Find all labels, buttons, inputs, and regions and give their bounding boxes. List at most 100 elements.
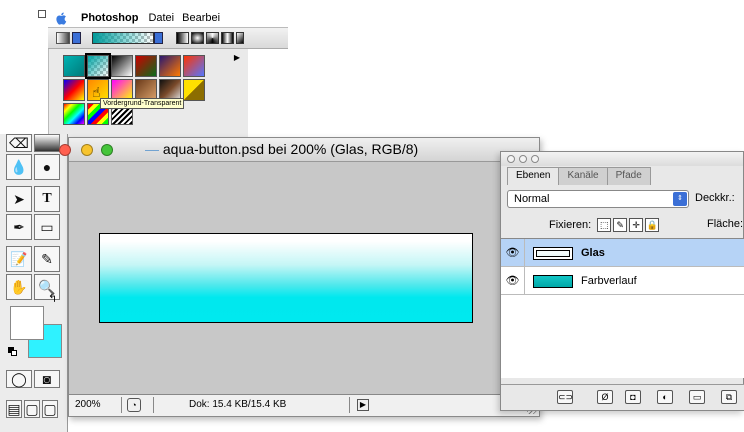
palette-close-button[interactable]	[507, 155, 515, 163]
blur-tool-button[interactable]: 💧	[6, 154, 32, 180]
gradient-preset[interactable]	[111, 55, 133, 77]
path-selection-tool-button[interactable]: ➤	[6, 186, 32, 212]
lock-transparency-icon[interactable]: ⬚	[597, 218, 612, 232]
close-window-button[interactable]	[59, 144, 71, 156]
picker-menu-arrow-icon[interactable]: ▶	[234, 53, 240, 62]
angle-gradient-button[interactable]	[206, 32, 219, 44]
palette-zoom-button[interactable]	[531, 155, 539, 163]
gradient-preset-grid	[63, 53, 205, 125]
hand-cursor-icon: ☝	[92, 84, 101, 100]
layer-name[interactable]: Farbverlauf	[581, 275, 637, 287]
menu-item-datei[interactable]: Datei	[148, 12, 174, 24]
menu-item-bearbeiten[interactable]: Bearbei	[182, 12, 220, 24]
screen-mode-standard-button[interactable]: ▤	[6, 400, 22, 418]
layer-list: 👁 Glas 👁 Farbverlauf	[501, 238, 744, 378]
gradient-preset[interactable]	[159, 55, 181, 77]
foreground-color-swatch[interactable]	[10, 306, 44, 340]
status-menu-arrow-icon[interactable]: ▶	[357, 399, 369, 411]
layers-palette-tabs: Ebenen Kanäle Pfade	[507, 167, 651, 185]
hand-tool-button[interactable]: ✋	[6, 274, 32, 300]
gradient-preset[interactable]	[183, 79, 205, 101]
dodge-tool-button[interactable]: ●	[34, 154, 60, 180]
window-square-icon	[38, 10, 46, 18]
document-status-bar: 200% ◔ Dok: 15.4 KB/15.4 KB ▶	[69, 394, 539, 416]
layer-row-farbverlauf[interactable]: 👁 Farbverlauf	[501, 267, 744, 295]
opacity-label: Deckkr.:	[695, 192, 735, 204]
lock-label: Fixieren:	[549, 219, 592, 231]
gradient-preset[interactable]	[135, 55, 157, 77]
radial-gradient-button[interactable]	[191, 32, 204, 44]
lock-image-pixels-icon[interactable]: ✎	[613, 218, 628, 232]
layer-visibility-eye-icon[interactable]: 👁	[501, 267, 525, 295]
type-tool-button[interactable]: T	[34, 186, 60, 212]
screen-mode-full-button[interactable]: ▢	[42, 400, 58, 418]
eraser-tool-button[interactable]: ⌫	[6, 134, 32, 152]
layer-style-icon[interactable]: Ø	[597, 390, 613, 404]
layers-palette: Ebenen Kanäle Pfade Normal ⇕ Deckkr.: Fi…	[500, 151, 744, 411]
version-cue-icon[interactable]: ◔	[127, 398, 141, 412]
standard-mode-button[interactable]: ◯	[6, 370, 32, 388]
gradient-tool-preset-icon[interactable]	[56, 32, 70, 44]
gradient-preview-swatch[interactable]	[92, 32, 154, 44]
tab-ebenen[interactable]: Ebenen	[507, 167, 560, 185]
layer-name[interactable]: Glas	[581, 247, 605, 259]
lock-all-icon[interactable]: 🔒	[645, 218, 660, 232]
gradient-preset[interactable]	[183, 55, 205, 77]
notes-tool-button[interactable]: 📝	[6, 246, 32, 272]
gradient-preset[interactable]	[63, 55, 85, 77]
reflected-gradient-button[interactable]	[221, 32, 234, 44]
layer-thumbnail-glas	[533, 247, 573, 260]
document-title: — aqua-button.psd bei 200% (Glas, RGB/8)	[145, 141, 418, 157]
fill-label: Fläche:	[707, 218, 744, 230]
linear-gradient-button[interactable]	[176, 32, 189, 44]
blend-mode-dropdown-icon: ⇕	[673, 192, 687, 206]
gradient-tool-button[interactable]	[34, 134, 60, 152]
palette-minimize-button[interactable]	[519, 155, 527, 163]
menu-bar: Photoshop Datei Bearbei	[38, 10, 228, 26]
gradient-preset[interactable]	[63, 79, 85, 101]
diamond-gradient-button[interactable]	[236, 32, 244, 44]
pen-tool-button[interactable]: ✒	[6, 214, 32, 240]
tab-kanaele[interactable]: Kanäle	[558, 167, 608, 185]
lock-row: Fixieren: ⬚ ✎ ✛ 🔒	[549, 218, 660, 232]
title-separator: —	[145, 141, 163, 157]
zoom-level-field[interactable]: 200%	[75, 399, 101, 410]
quick-mask-mode-button[interactable]: ◙	[34, 370, 60, 388]
gradient-preset[interactable]	[63, 103, 85, 125]
blend-mode-value: Normal	[514, 193, 550, 205]
document-title-info: bei 200% (Glas, RGB/8)	[264, 141, 419, 157]
status-divider	[153, 397, 154, 413]
aqua-button-artwork[interactable]	[99, 233, 473, 323]
tools-palette: ⌫ 💧 ● ➤ T ✒ ▭ 📝 ✎ ✋ 🔍 ↰ ◯ ◙ ▤ ▢ ▢	[0, 134, 68, 432]
swap-colors-icon[interactable]: ↰	[48, 292, 57, 305]
tool-preset-dropdown-arrow[interactable]	[72, 32, 81, 44]
gradient-picker-panel: ▶	[48, 49, 248, 145]
minimize-window-button[interactable]	[81, 144, 93, 156]
zoom-window-button[interactable]	[101, 144, 113, 156]
layer-thumbnail-farbverlauf	[533, 275, 573, 288]
options-bar	[48, 27, 288, 49]
layer-row-glas[interactable]: 👁 Glas	[501, 239, 744, 267]
apple-icon[interactable]	[56, 12, 67, 25]
blend-mode-select[interactable]: Normal ⇕	[507, 190, 689, 208]
new-layer-icon[interactable]: ⧉	[721, 390, 737, 404]
rectangle-tool-button[interactable]: ▭	[34, 214, 60, 240]
add-mask-icon[interactable]: ◘	[625, 390, 641, 404]
canvas-area[interactable]	[69, 163, 539, 381]
new-group-icon[interactable]: ▭	[689, 390, 705, 404]
layers-bottom-toolbar: ⊂⊃ Ø ◘ ◐ ▭ ⧉	[501, 384, 744, 410]
adjustment-layer-icon[interactable]: ◐	[657, 390, 673, 404]
layers-palette-titlebar[interactable]	[501, 152, 743, 166]
menu-app-photoshop[interactable]: Photoshop	[81, 12, 138, 24]
lock-position-icon[interactable]: ✛	[629, 218, 644, 232]
document-titlebar[interactable]: — aqua-button.psd bei 200% (Glas, RGB/8)	[59, 138, 539, 162]
default-colors-icon[interactable]	[8, 347, 18, 357]
eyedropper-tool-button[interactable]: ✎	[34, 246, 60, 272]
link-layers-icon[interactable]: ⊂⊃	[557, 390, 573, 404]
gradient-picker-dropdown-arrow[interactable]	[154, 32, 163, 44]
screen-mode-full-menu-button[interactable]: ▢	[24, 400, 40, 418]
gradient-preset-tooltip: Vordergrund-Transparent	[100, 98, 185, 109]
tab-pfade[interactable]: Pfade	[606, 167, 651, 185]
layer-visibility-eye-icon[interactable]: 👁	[501, 239, 525, 267]
gradient-preset-foreground-transparent[interactable]	[85, 53, 111, 79]
